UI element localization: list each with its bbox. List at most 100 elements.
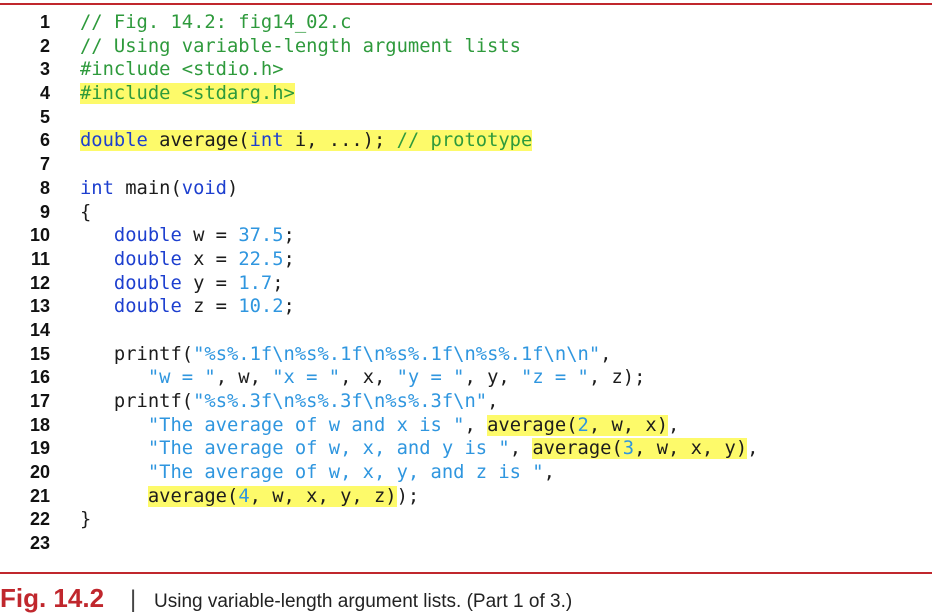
- code-text: printf("%s%.1f\n%s%.1f\n%s%.1f\n%s%.1f\n…: [80, 343, 612, 367]
- code-token: printf(: [80, 391, 194, 412]
- code-text: "w = ", w, "x = ", x, "y = ", y, "z = ",…: [80, 366, 646, 390]
- line-number: 7: [39, 154, 50, 175]
- highlighted-code-token: , w, x, y, z): [249, 485, 397, 507]
- line-number: 17: [29, 391, 50, 411]
- code-token: double: [113, 272, 182, 294]
- code-token: "%s%.1f\n%s%.1f\n%s%.1f\n%s%.1f\n\n": [193, 343, 601, 365]
- code-token: #include <stdio.h>: [80, 59, 284, 81]
- line-number: 18: [29, 414, 50, 435]
- line-number: 8: [39, 177, 50, 198]
- code-text: average(4, w, x, y, z));: [80, 485, 419, 509]
- code-text: {: [80, 201, 91, 225]
- code-token: ,: [464, 414, 488, 436]
- line-number: 21: [29, 485, 50, 506]
- code-token: 10.2: [238, 296, 284, 318]
- highlighted-code-token: int: [249, 130, 284, 152]
- code-token: void: [181, 177, 227, 199]
- code-text: double average(int i, ...); // prototype: [80, 129, 533, 153]
- highlighted-code-token: , w, x): [588, 414, 669, 436]
- code-token: , x,: [340, 367, 397, 389]
- code-token: ;: [283, 225, 295, 247]
- highlighted-code-token: // prototype: [396, 130, 533, 152]
- code-token: "w = ": [147, 367, 216, 389]
- code-line: 8 int main(void): [0, 177, 932, 201]
- code-listing: 1 // Fig. 14.2: fig14_02.c 2 // Using varia…: [0, 11, 932, 556]
- code-token: {: [80, 201, 92, 223]
- code-token: ,: [747, 438, 759, 460]
- line-number: 15: [29, 343, 50, 364]
- code-token: ,: [600, 343, 612, 365]
- code-token: double: [113, 296, 182, 318]
- code-line: 7: [0, 153, 932, 177]
- code-token: x =: [181, 248, 239, 270]
- highlighted-code-token: #include <stdarg.h>: [80, 83, 295, 105]
- highlighted-code-token: double: [80, 130, 148, 152]
- code-token: 37.5: [238, 225, 284, 247]
- highlighted-code-token: i, ...);: [283, 130, 397, 152]
- code-token: 1.7: [238, 272, 273, 294]
- code-token: int: [80, 177, 114, 199]
- line-number: 9: [39, 201, 50, 222]
- code-line: 22}: [0, 508, 932, 532]
- code-token: , z);: [588, 367, 646, 389]
- code-token: "y = ": [396, 367, 465, 389]
- code-token: printf(: [80, 343, 194, 365]
- line-number: 6: [39, 130, 50, 151]
- code-line: 1 // Fig. 14.2: fig14_02.c: [0, 11, 932, 35]
- code-line: 5: [0, 106, 932, 130]
- highlighted-code-token: , w, x, y): [634, 438, 748, 460]
- line-number: 11: [30, 248, 50, 269]
- code-token: ;: [283, 296, 295, 318]
- line-number: 14: [29, 319, 50, 340]
- line-number: 1: [39, 12, 50, 32]
- code-token: ,: [543, 462, 555, 484]
- code-line: 10 double w = 37.5;: [0, 224, 932, 248]
- highlighted-code-token: average(: [147, 130, 250, 152]
- code-text: "The average of w, x, y, and z is ",: [80, 461, 555, 485]
- code-token: "The average of w and x is ": [147, 414, 465, 436]
- code-text: "The average of w and x is ", average(2,…: [80, 414, 679, 438]
- line-number: 20: [29, 462, 50, 483]
- bottom-rule: [0, 572, 932, 574]
- code-token: y =: [181, 272, 239, 294]
- code-token: ,: [668, 414, 680, 436]
- code-token: main(: [113, 177, 182, 199]
- line-number: 5: [39, 106, 50, 127]
- code-line: 23: [0, 532, 932, 556]
- caption-text: Using variable-length argument lists. (P…: [154, 591, 573, 612]
- code-token: double: [113, 248, 182, 270]
- code-token: ,: [509, 438, 533, 460]
- line-number: 23: [29, 533, 50, 554]
- code-line: 12 double y = 1.7;: [0, 272, 932, 296]
- line-number: 22: [29, 509, 50, 530]
- code-token: "The average of w, x, and y is ": [147, 438, 510, 460]
- highlighted-code-token: 4: [238, 485, 250, 507]
- code-token: , w,: [215, 367, 273, 389]
- code-text: #include <stdarg.h>: [80, 82, 295, 106]
- code-token: // Fig. 14.2: fig14_02.c: [80, 12, 352, 33]
- code-token: "z = ": [521, 367, 589, 389]
- code-text: #include <stdio.h>: [80, 58, 284, 82]
- figure-number: Fig. 14.2: [0, 583, 105, 613]
- code-line: 16 "w = ", w, "x = ", x, "y = ", y, "z =…: [0, 366, 932, 390]
- code-line: 17 printf("%s%.3f\n%s%.3f\n%s%.3f\n",: [0, 390, 932, 414]
- code-line: 20 "The average of w, x, y, and z is ",: [0, 461, 932, 485]
- code-token: }: [80, 509, 92, 531]
- code-line: 3 #include <stdio.h>: [0, 58, 932, 82]
- code-text: double w = 37.5;: [80, 224, 295, 248]
- code-text: int main(void): [80, 177, 238, 201]
- line-number: 10: [29, 225, 50, 246]
- figure-caption: Fig. 14.2 | Using variable-length argume…: [0, 583, 572, 614]
- line-number: 3: [39, 59, 50, 80]
- line-number: 13: [29, 296, 50, 317]
- highlighted-code-token: 2: [577, 414, 589, 436]
- line-number: 19: [29, 438, 50, 459]
- line-number: 16: [29, 367, 50, 388]
- highlighted-code-token: average(: [487, 414, 578, 436]
